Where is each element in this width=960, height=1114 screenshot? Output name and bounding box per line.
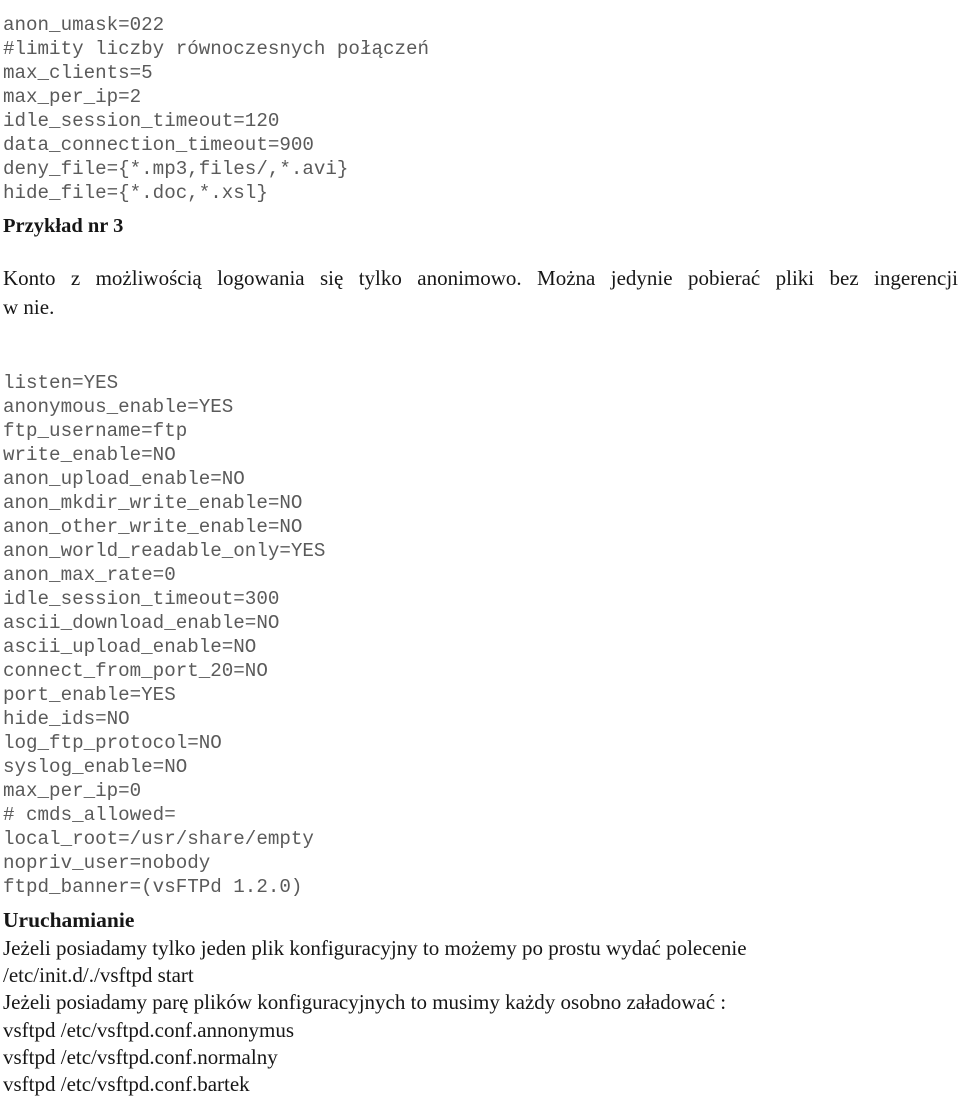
config-line: ascii_upload_enable=NO (3, 636, 257, 659)
config-line: anonymous_enable=YES (3, 396, 234, 419)
config-line: port_enable=YES (3, 684, 176, 707)
config-line: ftpd_banner=(vsFTPd 1.2.0) (3, 876, 303, 899)
instruction-line: Jeżeli posiadamy tylko jeden plik konfig… (3, 936, 747, 960)
paragraph-line: Konto z możliwością logowania się tylko … (3, 266, 958, 290)
config-line: ftp_username=ftp (3, 420, 188, 443)
startup-instructions: Jeżeli posiadamy tylko jeden plik konfig… (3, 935, 958, 1098)
config-line: deny_file={*.mp3,files/,*.avi} (3, 158, 349, 181)
config-line: nopriv_user=nobody (3, 852, 211, 875)
instruction-line: /etc/init.d/./vsftpd start (3, 963, 194, 988)
document-page: anon_umask=022 #limity liczby równoczesny… (0, 0, 960, 1114)
instruction-line: Jeżeli posiadamy parę plików konfiguracy… (3, 990, 727, 1015)
config-line: local_root=/usr/share/empty (3, 828, 314, 851)
config-line: connect_from_port_20=NO (3, 660, 268, 683)
config-line: anon_umask=022 (3, 14, 165, 37)
config-line: anon_mkdir_write_enable=NO (3, 492, 303, 515)
paragraph-line: w nie. (3, 295, 55, 319)
paragraph-account-description: Konto z możliwością logowania się tylko … (3, 264, 958, 322)
section-heading-example-3: Przykład nr 3 (3, 215, 124, 237)
config-line: max_per_ip=2 (3, 86, 142, 109)
config-line: idle_session_timeout=120 (3, 110, 280, 133)
config-line: hide_ids=NO (3, 708, 130, 731)
instruction-line: vsftpd /etc/vsftpd.conf.normalny (3, 1044, 278, 1069)
config-line: hide_file={*.doc,*.xsl} (3, 182, 268, 205)
instruction-line: vsftpd /etc/vsftpd.conf.annonymus (3, 1017, 295, 1042)
config-line: anon_max_rate=0 (3, 564, 176, 587)
config-line: log_ftp_protocol=NO (3, 732, 222, 755)
config-line: max_per_ip=0 (3, 780, 142, 803)
config-line: # cmds_allowed= (3, 804, 176, 827)
config-line: ascii_download_enable=NO (3, 612, 280, 635)
config-line: anon_other_write_enable=NO (3, 516, 303, 539)
config-line: idle_session_timeout=300 (3, 588, 280, 611)
config-line: max_clients=5 (3, 62, 153, 85)
config-block-anonymous: listen=YES anonymous_enable=YES ftp_userna… (3, 371, 325, 899)
config-line: anon_upload_enable=NO (3, 468, 245, 491)
config-line: data_connection_timeout=900 (3, 134, 314, 157)
config-line: anon_world_readable_only=YES (3, 540, 326, 563)
section-heading-startup: Uruchamianie (3, 908, 135, 932)
config-block-top: anon_umask=022 #limity liczby równoczesny… (3, 13, 429, 205)
instruction-line: vsftpd /etc/vsftpd.conf.bartek (3, 1071, 250, 1096)
config-line: write_enable=NO (3, 444, 176, 467)
config-line: #limity liczby równoczesnych połączeń (3, 38, 430, 61)
config-line: listen=YES (3, 372, 119, 395)
config-line: syslog_enable=NO (3, 756, 188, 779)
